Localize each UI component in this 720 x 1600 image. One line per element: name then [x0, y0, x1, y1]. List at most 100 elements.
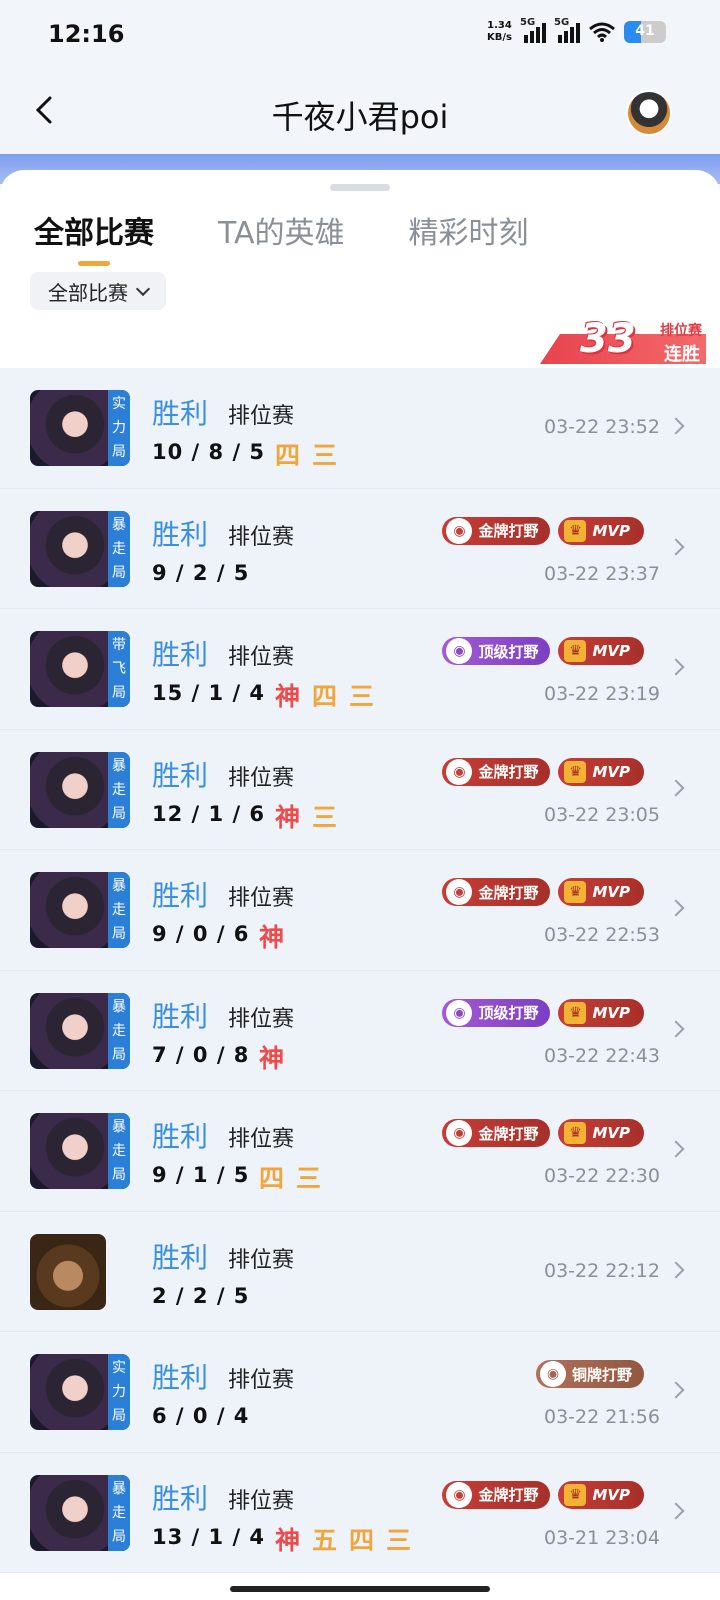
multikill-marks: 神 [259, 1039, 284, 1075]
tab-highlights[interactable]: 精彩时刻 [409, 208, 529, 252]
match-result: 胜利 [152, 397, 209, 430]
badge-label: 金牌打野 [478, 763, 539, 781]
match-mode: 排位赛 [228, 1006, 295, 1032]
match-mode: 排位赛 [228, 1127, 295, 1152]
medal-icon: ◉ [446, 1481, 473, 1508]
chevron-right-icon [667, 417, 685, 435]
hero-portrait: 暴走局 [30, 1474, 130, 1551]
kda-score: 13 / 1 / 4 [152, 1524, 266, 1549]
badge-label: 顶级打野 [478, 642, 539, 661]
trophy-icon: ♛ [564, 519, 587, 542]
jungle-badge: ◉ 金牌打野 [442, 516, 551, 545]
match-row[interactable]: 胜利 排位赛 2 / 2 / 5 03-22 22:12 [0, 1212, 720, 1332]
match-row[interactable]: 暴走局 胜利 排位赛 12 / 1 / 6 神三 ◉ 金牌打野 ♛ MVP 03-22 23:05 [0, 730, 720, 850]
trophy-icon: ♛ [564, 640, 587, 662]
medal-icon: ◉ [539, 1361, 566, 1387]
match-row[interactable]: 暴走局 胜利 排位赛 9 / 0 / 6 神 ◉ 金牌打野 ♛ MVP 03-22 22:53 [0, 850, 720, 971]
multikill-marks: 神三 [275, 798, 337, 834]
match-tag: 暴走局 [108, 872, 130, 948]
badge-label: MVP [592, 1003, 630, 1022]
match-mode: 排位赛 [228, 404, 295, 429]
match-mode: 排位赛 [228, 1368, 295, 1393]
multikill-mark: 三 [386, 1525, 412, 1555]
streak-label: 连胜 [664, 344, 700, 365]
match-result: 胜利 [152, 1481, 209, 1515]
chevron-right-icon [667, 1140, 685, 1158]
hero-portrait: 暴走局 [30, 510, 130, 587]
badge-label: MVP [592, 521, 630, 540]
kda-score: 12 / 1 / 6 [152, 801, 266, 826]
win-streak-badge: 33 排位赛 连胜 [540, 316, 706, 368]
jungle-badge: ◉ 顶级打野 [442, 998, 551, 1027]
medal-icon: ◉ [446, 999, 473, 1026]
match-tag: 暴走局 [108, 751, 130, 828]
multikill-mark: 神 [259, 1043, 285, 1073]
hero-portrait: 暴走局 [30, 992, 130, 1069]
badge-label: MVP [592, 1485, 630, 1504]
badge-label: MVP [592, 1124, 630, 1142]
kda-score: 15 / 1 / 4 [152, 681, 266, 705]
match-row[interactable]: 带飞局 胜利 排位赛 15 / 1 / 4 神四三 ◉ 顶级打野 ♛ MVP 03-22 23:1… [0, 609, 720, 730]
match-time: 03-22 22:43 [543, 1044, 660, 1067]
chevron-right-icon [667, 1020, 685, 1037]
match-row[interactable]: 实力局 胜利 排位赛 10 / 8 / 5 四三 03-22 23:52 [0, 368, 720, 489]
streak-mode: 排位赛 [660, 323, 702, 339]
page-title: 千夜小君poi [271, 98, 449, 136]
honor-badges: ◉ 顶级打野 ♛ MVP [442, 998, 644, 1027]
hero-portrait: 实力局 [30, 1354, 130, 1430]
honor-badges: ◉ 铜牌打野 [535, 1360, 644, 1388]
honor-badges: ◉ 金牌打野 ♛ MVP [442, 516, 644, 545]
multikill-marks: 神五四三 [275, 1521, 411, 1557]
match-result: 胜利 [152, 638, 209, 671]
chevron-right-icon [667, 779, 685, 796]
mvp-badge: ♛ MVP [558, 757, 644, 786]
drag-handle[interactable] [330, 184, 390, 191]
match-tag: 实力局 [108, 390, 130, 466]
match-time: 03-22 23:37 [543, 562, 660, 585]
match-time: 03-22 23:52 [543, 416, 660, 438]
multikill-mark: 神 [275, 682, 301, 711]
match-time: 03-22 21:56 [543, 1406, 660, 1428]
home-indicator[interactable] [230, 1586, 490, 1592]
badge-label: 铜牌打野 [571, 1365, 632, 1384]
multikill-mark: 三 [312, 802, 338, 832]
badge-label: 金牌打野 [478, 1486, 539, 1504]
match-mode: 排位赛 [228, 886, 295, 911]
hero-portrait: 暴走局 [30, 751, 130, 828]
match-row[interactable]: 暴走局 胜利 排位赛 9 / 2 / 5 ◉ 金牌打野 ♛ MVP 03-22 23:37 [0, 489, 720, 609]
kda-score: 9 / 2 / 5 [152, 560, 250, 585]
match-result: 胜利 [152, 1361, 209, 1394]
multikill-mark: 三 [349, 682, 375, 711]
hero-portrait: 带飞局 [30, 631, 130, 707]
tab-heroes[interactable]: TA的英雄 [218, 208, 345, 252]
multikill-marks: 神四三 [275, 677, 374, 713]
match-row[interactable]: 暴走局 胜利 排位赛 9 / 1 / 5 四三 ◉ 金牌打野 ♛ MVP 03-22 22:30 [0, 1091, 720, 1212]
multikill-mark: 三 [312, 441, 338, 470]
avatar[interactable] [626, 90, 672, 136]
match-result: 胜利 [152, 1240, 209, 1274]
trophy-icon: ♛ [564, 1483, 587, 1506]
kda-score: 9 / 0 / 6 [152, 922, 250, 946]
match-time: 03-22 22:30 [543, 1165, 660, 1187]
kda-score: 10 / 8 / 5 [152, 440, 266, 464]
jungle-badge: ◉ 顶级打野 [442, 637, 551, 665]
jungle-badge: ◉ 金牌打野 [442, 878, 551, 906]
badge-label: 金牌打野 [478, 522, 539, 540]
badge-label: MVP [592, 883, 630, 901]
match-row[interactable]: 暴走局 胜利 排位赛 13 / 1 / 4 神五四三 ◉ 金牌打野 ♛ MVP 03-21 23:… [0, 1453, 720, 1573]
multikill-mark: 四 [312, 682, 338, 711]
mvp-badge: ♛ MVP [558, 637, 644, 665]
battery-icon: 41 [624, 21, 666, 43]
match-row[interactable]: 实力局 胜利 排位赛 6 / 0 / 4 ◉ 铜牌打野 03-22 21:56 [0, 1332, 720, 1453]
match-filter-dropdown[interactable]: 全部比赛 [30, 272, 166, 310]
chevron-right-icon [667, 1261, 685, 1278]
match-result: 胜利 [152, 517, 209, 551]
match-mode: 排位赛 [228, 524, 295, 550]
trophy-icon: ♛ [564, 1122, 587, 1144]
match-list: 实力局 胜利 排位赛 10 / 8 / 5 四三 03-22 23:52 暴走局 胜利 排位赛 9… [0, 368, 720, 1573]
match-time: 03-22 22:12 [543, 1259, 660, 1282]
multikill-mark: 四 [259, 1164, 285, 1193]
tab-all-matches[interactable]: 全部比赛 [34, 208, 154, 266]
multikill-marks: 神 [259, 918, 284, 954]
match-row[interactable]: 暴走局 胜利 排位赛 7 / 0 / 8 神 ◉ 顶级打野 ♛ MVP 03-22 22:43 [0, 971, 720, 1091]
